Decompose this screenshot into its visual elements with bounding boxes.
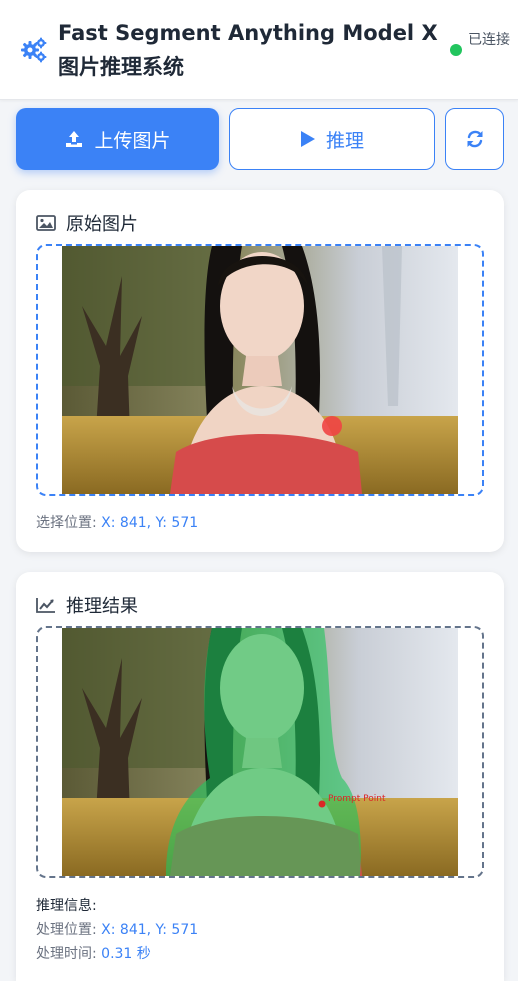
inference-info: 推理信息: 处理位置: X: 841, Y: 571 处理时间: 0.31 秒 (36, 894, 198, 966)
original-image-header: 原始图片 (36, 210, 138, 236)
result-card: 推理结果 Prompt Point 推理信息: 处理位置: X: 841, Y:… (16, 572, 504, 981)
original-photo[interactable] (62, 246, 458, 494)
play-icon (300, 131, 315, 147)
processed-position-value: X: 841, Y: 571 (101, 922, 199, 938)
result-header: 推理结果 (36, 592, 138, 618)
original-image-card: 原始图片 选择位置: X: 841, Y: 571 (16, 190, 504, 552)
result-title: 推理结果 (66, 596, 138, 617)
infer-button[interactable]: 推理 (229, 108, 435, 170)
result-image-frame: Prompt Point (36, 626, 484, 878)
processing-time-label: 处理时间: (36, 946, 97, 962)
original-image-title: 原始图片 (66, 214, 138, 235)
status-dot-icon (450, 44, 462, 56)
upload-icon (66, 131, 83, 147)
processing-time-value: 0.31 秒 (101, 946, 151, 962)
chart-line-icon (36, 598, 55, 613)
processed-position: 处理位置: X: 841, Y: 571 (36, 918, 198, 942)
infer-button-label: 推理 (325, 129, 364, 152)
selected-position-label: 选择位置: (36, 515, 97, 531)
app-title: Fast Segment Anything Model X 图片推理系统 (58, 21, 438, 79)
original-image-dropzone[interactable] (36, 244, 484, 496)
result-photo: Prompt Point (62, 628, 458, 876)
selected-position: 选择位置: X: 841, Y: 571 (36, 512, 198, 532)
upload-button[interactable]: 上传图片 (16, 108, 219, 170)
gears-icon (21, 37, 47, 63)
status-text: 已连接 (468, 32, 510, 48)
upload-button-label: 上传图片 (94, 129, 171, 152)
processing-time: 处理时间: 0.31 秒 (36, 942, 198, 966)
inference-info-title: 推理信息: (36, 898, 97, 914)
processed-position-label: 处理位置: (36, 922, 97, 938)
prompt-point-label: Prompt Point (328, 794, 386, 804)
image-icon (36, 215, 56, 231)
selected-position-value: X: 841, Y: 571 (101, 515, 199, 531)
refresh-icon (467, 130, 482, 148)
app-header: Fast Segment Anything Model X 图片推理系统 已连接 (0, 0, 518, 100)
refresh-button[interactable] (445, 108, 504, 170)
